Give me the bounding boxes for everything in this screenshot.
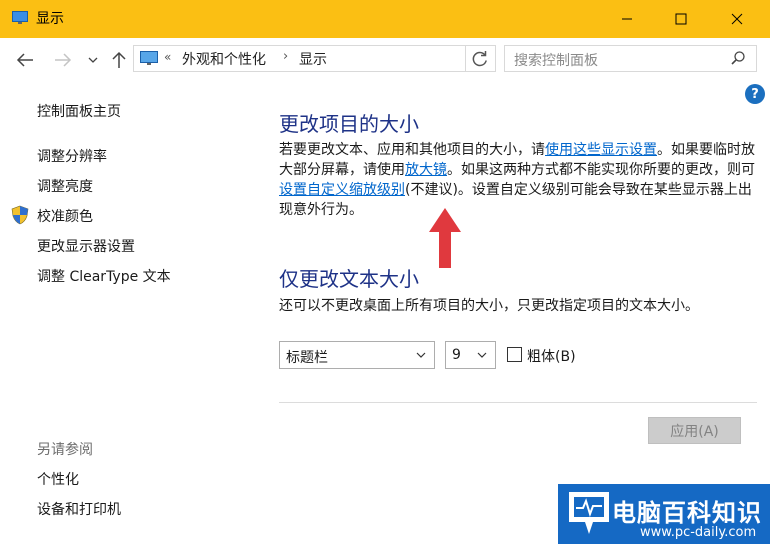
chevron-down-icon [477,352,487,358]
window-title: 显示 [36,11,64,27]
sidebar-control-panel-home[interactable]: 控制面板主页 [37,101,121,121]
control-panel-icon [140,51,158,65]
help-icon[interactable]: ? [745,84,765,104]
title-bar [0,0,770,38]
back-button[interactable] [14,50,36,70]
shield-icon [11,205,29,225]
sidebar-item-cleartype[interactable]: 调整 ClearType 文本 [37,266,171,286]
refresh-icon[interactable] [470,49,490,69]
address-overflow-chevron[interactable]: « [164,50,171,64]
close-button[interactable] [714,0,760,38]
chevron-down-icon [416,352,426,358]
up-arrow-icon [112,51,126,68]
see-also-heading: 另请参阅 [37,442,93,458]
sidebar-item-brightness[interactable]: 调整亮度 [37,176,93,196]
breadcrumb-separator[interactable]: › [283,49,288,64]
search-placeholder[interactable]: 搜索控制面板 [514,50,598,70]
up-button[interactable] [108,50,130,70]
section-heading-text-size: 仅更改文本大小 [279,267,419,291]
forward-button[interactable] [52,50,74,70]
item-select-value: 标题栏 [286,350,328,366]
breadcrumb-appearance[interactable]: 外观和个性化 [182,49,266,69]
address-divider [465,45,466,72]
minimize-icon [622,18,632,20]
maximize-button[interactable] [658,0,704,38]
breadcrumb-display[interactable]: 显示 [299,49,327,69]
section-divider [279,402,757,403]
back-arrow-icon [16,53,33,67]
forward-arrow-icon [55,53,72,67]
bold-checkbox-label[interactable]: 粗体(B) [527,346,576,366]
sidebar-item-devices-printers[interactable]: 设备和打印机 [37,499,121,519]
item-select-dropdown[interactable]: 标题栏 [279,341,435,369]
text-size-description: 还可以不更改桌面上所有项目的大小，只更改指定项目的文本大小。 [279,298,699,314]
recent-locations-button[interactable] [86,50,100,70]
maximize-icon [675,13,687,25]
close-icon [731,13,743,25]
annotation-arrow-icon [429,208,461,268]
section-heading-change-size: 更改项目的大小 [279,112,419,136]
apply-button[interactable]: 应用(A) [648,417,741,444]
watermark-url: www.pc-daily.com [640,525,757,540]
size-description: 若要更改文本、应用和其他项目的大小，请使用这些显示设置。如果要临时放大部分屏幕，… [279,140,757,220]
sidebar-item-calibrate-color[interactable]: 校准颜色 [37,206,93,226]
sidebar-item-resolution[interactable]: 调整分辨率 [37,146,107,166]
custom-scaling-link[interactable]: 设置自定义缩放级别 [279,182,405,198]
sidebar-item-display-settings[interactable]: 更改显示器设置 [37,236,135,256]
font-size-dropdown[interactable]: 9 [445,341,496,369]
sidebar-item-personalization[interactable]: 个性化 [37,469,79,489]
watermark-logo-icon [569,492,609,534]
watermark-title: 电脑百科知识 [612,499,762,527]
size-description-text: 若要更改文本、应用和其他项目的大小，请 [279,142,545,158]
bold-checkbox[interactable] [507,347,522,362]
size-description-text: 。如果这两种方式都不能实现你所要的更改，则可 [447,162,755,178]
font-size-value: 9 [452,347,461,363]
minimize-button[interactable] [604,0,650,38]
display-icon [12,11,28,24]
magnifier-link[interactable]: 放大镜 [405,162,447,178]
search-icon[interactable] [731,51,745,65]
chevron-down-icon [88,57,98,63]
display-settings-link[interactable]: 使用这些显示设置 [545,142,657,158]
